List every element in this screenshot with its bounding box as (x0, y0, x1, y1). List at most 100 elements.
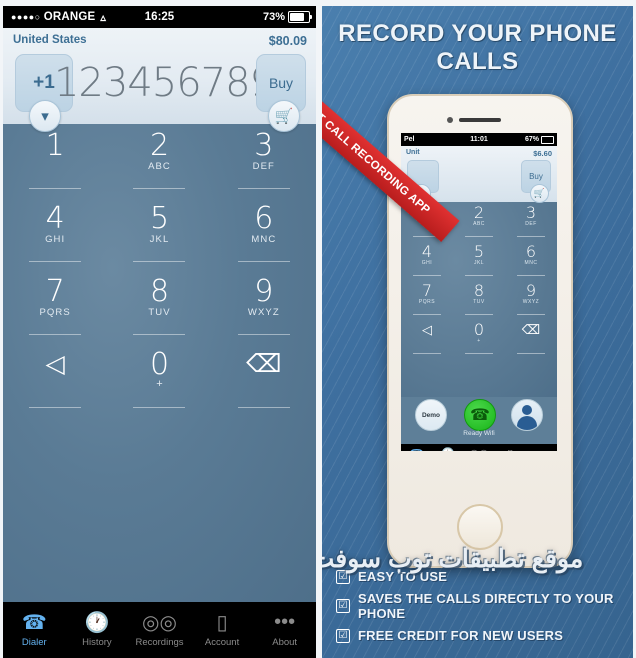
dialer-header: United States $80.09 +1 ▾ 123456789 Buy … (3, 28, 316, 132)
mockup-battery-percent: 67% (524, 136, 539, 143)
mockup-tab-account[interactable]: ▯ Account (495, 444, 526, 452)
key-digit: 1 (45, 128, 65, 163)
key-letters: GHI (45, 233, 66, 245)
phone-icon: ☎ (410, 449, 424, 452)
app-screenshot-left: ●●●●○ ORANGE ▵ 16:25 73% United States $… (3, 6, 316, 658)
mockup-tab-bar: ☎ Dialer 🕐 History ◎◎ Recordings ▯ Accou… (401, 444, 557, 451)
dialpad-delete-button[interactable]: ⌫ (212, 343, 316, 416)
tab-account[interactable]: ▯ Account (191, 602, 254, 658)
key-letters: GHI (421, 260, 433, 266)
key-letters: JKL (149, 233, 170, 245)
key-digit: 5 (149, 201, 170, 236)
key-letters: TUV (148, 306, 171, 318)
mockup-country-label: Unit (406, 149, 420, 156)
dialpad-key-0[interactable]: 0 + (107, 343, 211, 416)
shopping-cart-icon[interactable]: 🛒 (268, 100, 300, 132)
backspace-icon: ⌫ (521, 322, 541, 337)
mockup-delete-button[interactable]: ⌫ (505, 319, 557, 358)
battery-icon (288, 11, 312, 23)
mockup-key-6[interactable]: 6 MNC (505, 241, 557, 280)
key-underline (413, 275, 441, 276)
key-digit: 6 (525, 242, 537, 261)
key-underline (465, 353, 493, 354)
mockup-key-3[interactable]: 3 DEF (505, 202, 557, 241)
ellipsis-icon: ••• (274, 610, 296, 633)
bullet-label: SAVES THE CALLS DIRECTLY TO YOUR PHONE (358, 591, 614, 621)
mockup-key-0[interactable]: 0 + (453, 319, 505, 358)
front-camera-icon (447, 117, 453, 123)
key-digit: 4 (45, 201, 65, 236)
dialpad-key-5[interactable]: 5 JKL (107, 197, 211, 270)
mockup-key-8[interactable]: 8 TUV (453, 280, 505, 319)
mockup-demo-button[interactable]: Demo (415, 399, 447, 431)
key-underline (517, 314, 545, 315)
dialpad-key-3[interactable]: 3 DEF (212, 124, 316, 197)
key-underline (133, 407, 186, 408)
chevron-down-icon[interactable]: ▾ (29, 100, 61, 132)
key-letters: PQRS (418, 299, 436, 305)
mockup-call-button[interactable]: ☎ (464, 399, 496, 431)
key-underline (237, 261, 290, 262)
dialpad-key-8[interactable]: 8 TUV (107, 270, 211, 343)
key-plus: + (156, 377, 163, 390)
mockup-action-row: Demo ☎ Ready Wifi (401, 397, 557, 444)
tab-about[interactable]: ••• About (253, 602, 316, 658)
dialpad-row: 4 GHI 5 JKL 6 MNC (3, 197, 316, 270)
key-underline (133, 188, 186, 189)
tab-label: Recordings (135, 637, 184, 648)
dialpad-key-6[interactable]: 6 MNC (212, 197, 316, 270)
key-digit: 8 (473, 281, 485, 300)
dialed-number-display[interactable]: 123456789 (54, 54, 275, 112)
mockup-tab-recordings[interactable]: ◎◎ Recordings (463, 444, 494, 452)
key-underline (29, 261, 82, 262)
dialpad-key-2[interactable]: 2 ABC (107, 124, 211, 197)
key-underline (465, 236, 493, 237)
mockup-dialpad-row: ◁ 0 + ⌫ (401, 319, 557, 358)
voicemail-icon: ◎◎ (142, 611, 177, 634)
mockup-tab-dialer[interactable]: ☎ Dialer (401, 444, 432, 452)
dialpad-row: 1 2 ABC 3 DEF (3, 124, 316, 197)
mockup-key-9[interactable]: 9 WXYZ (505, 280, 557, 319)
key-digit: 4 (421, 242, 433, 261)
promo-banner-right: RECORD YOUR PHONE CALLS Pel 11:01 67% Un… (322, 6, 633, 658)
mockup-contacts-button[interactable] (511, 399, 543, 431)
dialpad-key-4[interactable]: 4 GHI (3, 197, 107, 270)
key-digit: 8 (149, 274, 170, 309)
screenshot-root: ●●●●○ ORANGE ▵ 16:25 73% United States $… (0, 0, 636, 658)
key-letters: ABC (473, 221, 485, 227)
mockup-back-button[interactable]: ◁ (401, 319, 453, 358)
feature-bullet-list: ☑ EASY TO USE ☑ SAVES THE CALLS DIRECTLY… (336, 569, 626, 650)
back-triangle-icon: ◁ (45, 350, 65, 378)
earpiece-speaker (459, 118, 501, 122)
key-underline (237, 334, 290, 335)
key-underline (29, 407, 82, 408)
mockup-screen: Pel 11:01 67% Unit $6.60 ▾ Buy 🛒 (401, 133, 557, 451)
mockup-key-5[interactable]: 5 JKL (453, 241, 505, 280)
key-underline (465, 275, 493, 276)
mockup-key-7[interactable]: 7 PQRS (401, 280, 453, 319)
bullet-item: ☑ FREE CREDIT FOR NEW USERS (336, 628, 626, 643)
key-digit: 9 (525, 281, 537, 300)
dialpad-key-9[interactable]: 9 WXYZ (212, 270, 316, 343)
mockup-tab-about[interactable]: ••• About (526, 444, 557, 452)
mockup-key-2[interactable]: 2 ABC (453, 202, 505, 241)
battery-icon (541, 135, 554, 144)
iphone-mockup: Pel 11:01 67% Unit $6.60 ▾ Buy 🛒 (387, 94, 573, 568)
key-underline (517, 353, 545, 354)
key-letters: ABC (148, 160, 171, 172)
bullet-label: FREE CREDIT FOR NEW USERS (358, 628, 564, 643)
phone-icon: ☎ (21, 611, 47, 634)
mockup-key-4[interactable]: 4 GHI (401, 241, 453, 280)
credit-card-icon: ▯ (507, 449, 513, 452)
key-letters: DEF (252, 160, 275, 172)
dialpad-key-1[interactable]: 1 (3, 124, 107, 197)
shopping-cart-icon[interactable]: 🛒 (530, 184, 549, 203)
dialpad-row: 7 PQRS 8 TUV 9 WXYZ (3, 270, 316, 343)
mockup-tab-history[interactable]: 🕐 History (432, 444, 463, 452)
balance-label: $80.09 (268, 34, 307, 48)
dialpad-key-7[interactable]: 7 PQRS (3, 270, 107, 343)
tab-recordings[interactable]: ◎◎ Recordings (128, 602, 191, 658)
tab-history[interactable]: 🕐 History (66, 602, 129, 658)
dialpad-back-button[interactable]: ◁ (3, 343, 107, 416)
tab-dialer[interactable]: ☎ Dialer (3, 602, 66, 658)
